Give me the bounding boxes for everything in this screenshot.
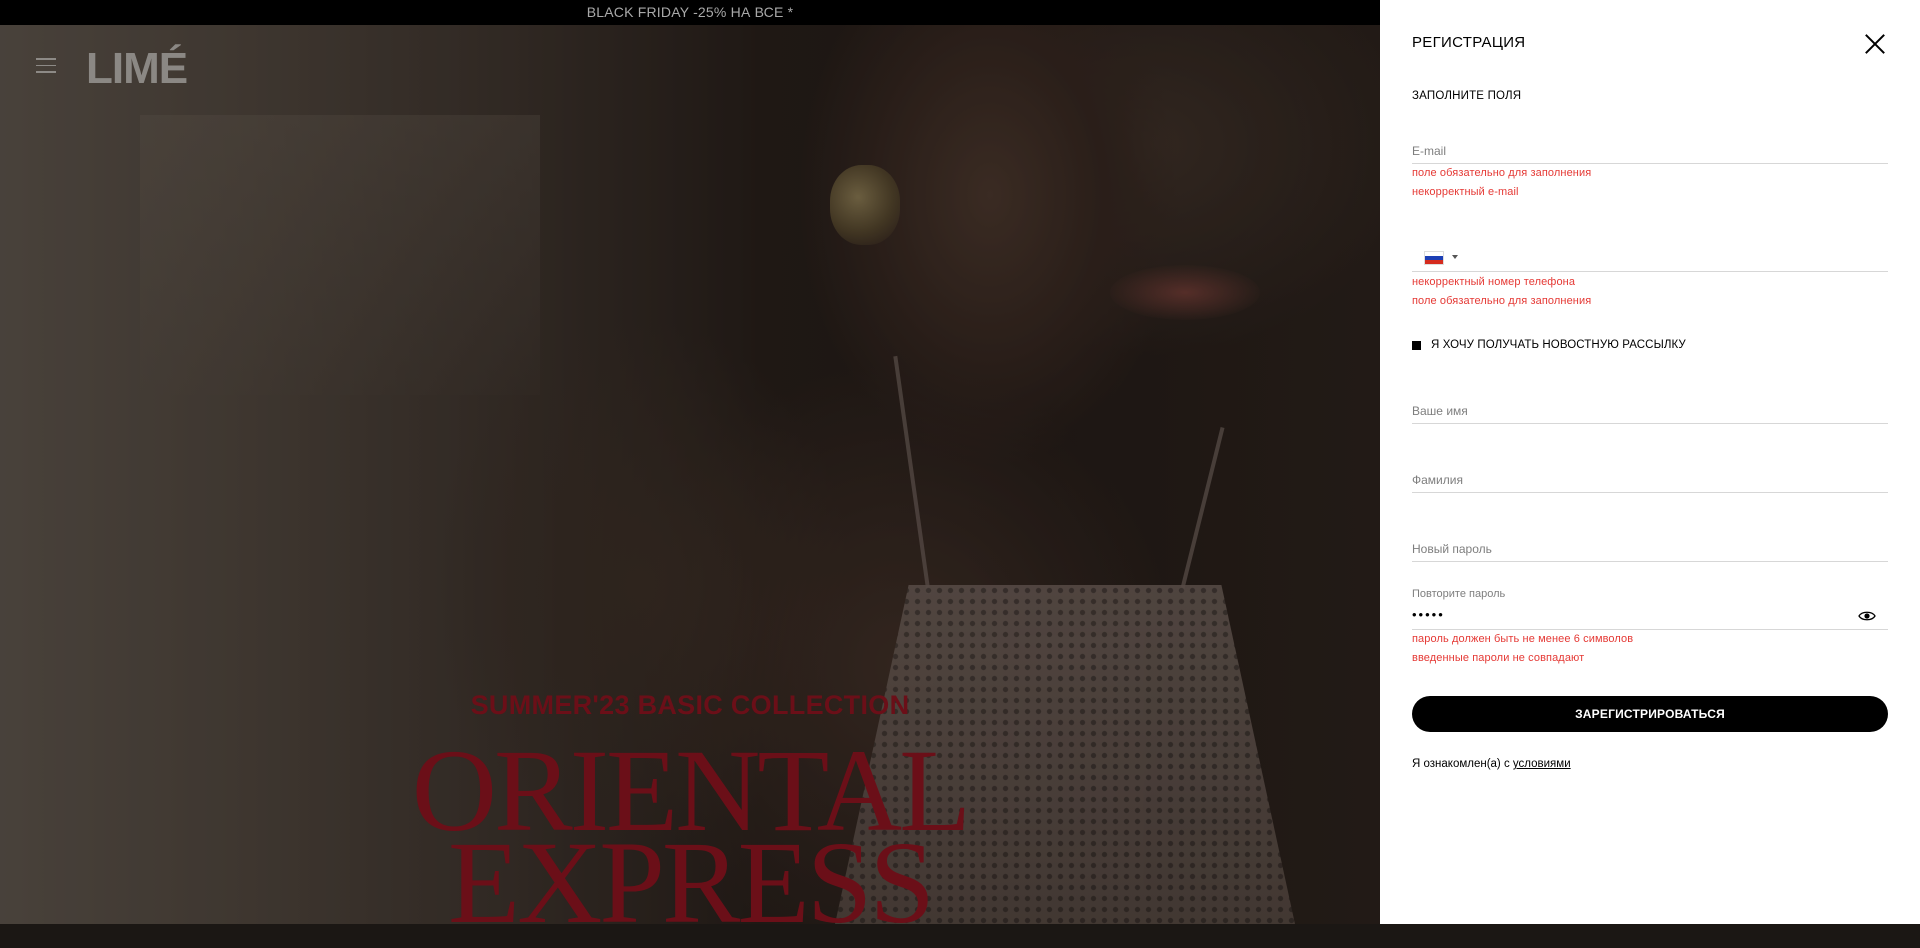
email-error-required: поле обязательно для заполнения bbox=[1412, 167, 1592, 179]
register-button[interactable]: ЗАРЕГИСТРИРОВАТЬСЯ bbox=[1412, 696, 1888, 732]
repeat-password-label: Повторите пароль bbox=[1412, 588, 1506, 600]
last-name-field[interactable] bbox=[1412, 473, 1888, 487]
promo-banner[interactable]: BLACK FRIDAY -25% НА ВСЕ * bbox=[0, 0, 1380, 25]
phone-field-wrapper bbox=[1412, 250, 1888, 272]
phone-error-invalid: некорректный номер телефона bbox=[1412, 276, 1576, 288]
phone-field[interactable] bbox=[1462, 252, 1888, 266]
logo[interactable]: LIMÉ bbox=[86, 44, 188, 94]
repeat-password-field-wrapper bbox=[1412, 606, 1888, 630]
chevron-down-icon[interactable] bbox=[1452, 255, 1458, 259]
phone-error-required: поле обязательно для заполнения bbox=[1412, 295, 1592, 307]
password-error-mismatch: введенные пароли не совпадают bbox=[1412, 652, 1585, 664]
registration-panel: РЕГИСТРАЦИЯ ЗАПОЛНИТЕ ПОЛЯ поле обязател… bbox=[1380, 0, 1920, 924]
terms-link[interactable]: условиями bbox=[1513, 758, 1571, 770]
last-name-field-wrapper bbox=[1412, 471, 1888, 493]
ru-flag-icon[interactable] bbox=[1424, 251, 1444, 265]
repeat-password-field[interactable] bbox=[1412, 607, 1848, 622]
hero-title: ORIENTAL EXPRESS bbox=[0, 732, 1380, 948]
password-error-length: пароль должен быть не менее 6 символов bbox=[1412, 633, 1634, 645]
email-error-invalid: некорректный e-mail bbox=[1412, 186, 1519, 198]
email-field[interactable] bbox=[1412, 144, 1888, 158]
first-name-field[interactable] bbox=[1412, 404, 1888, 418]
eye-icon[interactable] bbox=[1858, 610, 1876, 622]
new-password-field[interactable] bbox=[1412, 542, 1888, 556]
terms-text: Я ознакомлен(а) с условиями bbox=[1412, 758, 1571, 770]
first-name-field-wrapper bbox=[1412, 402, 1888, 424]
newsletter-checkbox[interactable] bbox=[1412, 341, 1421, 350]
terms-prefix: Я ознакомлен(а) с bbox=[1412, 758, 1510, 770]
fill-fields-label: ЗАПОЛНИТЕ ПОЛЯ bbox=[1412, 90, 1522, 102]
hamburger-menu-icon[interactable] bbox=[36, 58, 56, 74]
close-icon[interactable] bbox=[1864, 33, 1886, 55]
email-field-wrapper bbox=[1412, 142, 1888, 164]
newsletter-label[interactable]: Я ХОЧУ ПОЛУЧАТЬ НОВОСТНУЮ РАССЫЛКУ bbox=[1431, 339, 1686, 351]
hero-subtitle: SUMMER'23 BASIC COLLECTION bbox=[470, 690, 910, 720]
new-password-field-wrapper bbox=[1412, 540, 1888, 562]
hero-title-line: EXPRESS bbox=[448, 817, 935, 948]
panel-title: РЕГИСТРАЦИЯ bbox=[1412, 34, 1526, 51]
